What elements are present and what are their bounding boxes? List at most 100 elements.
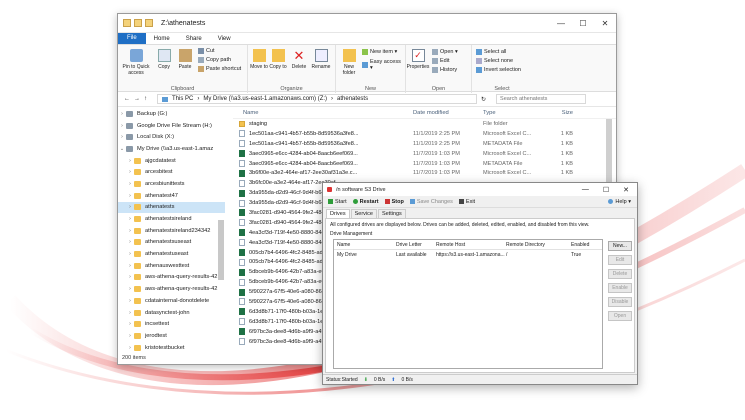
nav-item[interactable]: › jerodtest <box>118 330 225 342</box>
delete-button[interactable]: ✕ Delete <box>290 49 308 70</box>
paste-shortcut-button[interactable]: Paste shortcut <box>198 66 241 72</box>
nav-item[interactable]: › Local Disk (X:) <box>118 131 225 143</box>
copy-button[interactable]: Copy <box>154 49 174 70</box>
tab-service[interactable]: Service <box>350 209 377 218</box>
tab-file[interactable]: File <box>118 33 146 44</box>
select-all-button[interactable]: Select all <box>476 49 506 55</box>
chevron-right-icon[interactable]: › <box>126 345 134 351</box>
nav-item[interactable]: › aws-athena-query-results-42 <box>118 272 225 284</box>
edit-drive-button[interactable]: Edit <box>608 255 632 265</box>
file-row[interactable]: staging File folder <box>233 119 616 129</box>
nav-item[interactable]: ⌄ My Drive (\\a3.us-east-1.amaz <box>118 143 225 155</box>
open-button[interactable]: Open ▾ <box>432 49 458 55</box>
nav-item[interactable]: › athenatestuseast <box>118 248 225 260</box>
nav-item[interactable]: › arcesbitest <box>118 166 225 178</box>
help-menu[interactable]: Help ▾ <box>608 199 637 205</box>
nav-item[interactable]: › athenatestsuseast <box>118 237 225 249</box>
file-row[interactable]: 3aec0965-e6cc-4284-ab04-8aacb6eef069... 1… <box>233 159 616 169</box>
column-size[interactable]: Size <box>543 110 573 116</box>
nav-scrollbar[interactable] <box>218 220 224 280</box>
new-folder-button[interactable]: New folder <box>338 49 360 76</box>
invert-selection-button[interactable]: Invert selection <box>476 67 521 73</box>
cut-button[interactable]: Cut <box>198 48 215 54</box>
column-remote-host[interactable]: Remote Host <box>436 242 506 248</box>
tab-view[interactable]: View <box>210 36 239 42</box>
tab-settings[interactable]: Settings <box>377 209 406 218</box>
tab-share[interactable]: Share <box>178 36 210 42</box>
nav-item[interactable]: › athenauswesttest <box>118 260 225 272</box>
nav-item[interactable]: › Backup (G:) <box>118 108 225 120</box>
new-folder-icon[interactable] <box>145 19 153 27</box>
maximize-button[interactable]: ☐ <box>603 186 609 194</box>
column-name[interactable]: Name <box>334 242 396 248</box>
new-drive-button[interactable]: New... <box>608 241 632 251</box>
minimize-button[interactable]: — <box>582 186 589 194</box>
start-button[interactable]: Start <box>328 199 347 205</box>
column-name[interactable]: Name <box>233 110 413 116</box>
stop-button[interactable]: Stop <box>384 199 404 205</box>
nav-item[interactable]: › Google Drive File Stream (H:) <box>118 120 225 132</box>
chevron-right-icon[interactable]: › <box>126 158 134 164</box>
folder-icon[interactable] <box>123 19 131 27</box>
refresh-icon[interactable]: ↻ <box>481 96 486 103</box>
disable-drive-button[interactable]: Disable <box>608 297 632 307</box>
chevron-right-icon[interactable]: › <box>126 274 134 280</box>
chevron-right-icon[interactable]: › <box>126 263 134 269</box>
close-button[interactable]: ✕ <box>623 186 629 194</box>
chevron-down-icon[interactable]: ⌄ <box>118 146 126 152</box>
pin-quick-access-button[interactable]: Pin to Quick access <box>121 49 151 76</box>
chevron-right-icon[interactable]: › <box>126 286 134 292</box>
column-remote-directory[interactable]: Remote Directory <box>506 242 571 248</box>
chevron-right-icon[interactable]: › <box>126 321 134 327</box>
new-item-button[interactable]: New item ▾ <box>362 49 397 55</box>
file-row[interactable]: 1ec501aa-c941-4b57-b55b-8d59536a3fe8... 1… <box>233 139 616 149</box>
chevron-right-icon[interactable]: › <box>126 204 134 210</box>
search-input[interactable]: Search athenatests <box>496 94 587 104</box>
chevron-right-icon[interactable]: › <box>126 239 134 245</box>
back-arrow-icon[interactable]: ← <box>124 96 130 102</box>
exit-button[interactable]: Exit <box>458 199 475 205</box>
move-to-button[interactable]: Move to <box>250 49 268 70</box>
close-button[interactable]: ✕ <box>594 19 616 28</box>
properties-button[interactable]: ✓ Properties <box>406 49 430 70</box>
easy-access-button[interactable]: Easy access ▾ <box>362 59 405 71</box>
nav-item[interactable]: › athenatest47 <box>118 190 225 202</box>
chevron-right-icon[interactable]: › <box>118 134 126 140</box>
edit-button[interactable]: Edit <box>432 58 449 64</box>
chevron-right-icon[interactable]: › <box>126 333 134 339</box>
enable-drive-button[interactable]: Enable <box>608 283 632 293</box>
forward-arrow-icon[interactable]: → <box>134 96 140 102</box>
chevron-right-icon[interactable]: › <box>126 228 134 234</box>
open-drive-button[interactable]: Open <box>608 311 632 321</box>
chevron-right-icon[interactable]: › <box>126 193 134 199</box>
nav-item[interactable]: › ajgcdatatest <box>118 155 225 167</box>
nav-item[interactable]: › arcesbiunittests <box>118 178 225 190</box>
delete-drive-button[interactable]: Delete <box>608 269 632 279</box>
chevron-right-icon[interactable]: › <box>126 169 134 175</box>
nav-item[interactable]: › kristotestbucket <box>118 342 225 353</box>
file-row[interactable]: 1ec501aa-c941-4b57-b55b-8d59536a3fe8... 1… <box>233 129 616 139</box>
nav-item[interactable]: › athenatests <box>118 201 225 214</box>
paste-button[interactable]: Paste <box>175 49 195 70</box>
chevron-right-icon[interactable]: › <box>126 298 134 304</box>
copy-to-button[interactable]: Copy to <box>269 49 287 70</box>
column-drive-letter[interactable]: Drive Letter <box>396 242 436 248</box>
chevron-right-icon[interactable]: › <box>126 251 134 257</box>
file-row[interactable]: 3aec0965-e6cc-4284-ab04-8aacb6eef069... 1… <box>233 149 616 159</box>
minimize-button[interactable]: — <box>550 19 572 28</box>
breadcrumb-this-pc[interactable]: This PC <box>172 96 193 102</box>
up-arrow-icon[interactable]: ↑ <box>144 96 147 102</box>
copy-path-button[interactable]: Copy path <box>198 57 231 63</box>
rename-button[interactable]: Rename <box>310 49 332 70</box>
maximize-button[interactable]: ☐ <box>572 19 594 28</box>
save-changes-button[interactable]: Save Changes <box>409 199 453 205</box>
nav-item[interactable]: › incsettest <box>118 318 225 330</box>
properties-icon[interactable] <box>134 19 142 27</box>
chevron-right-icon[interactable]: › <box>118 111 126 117</box>
column-enabled[interactable]: Enabled <box>571 242 601 248</box>
breadcrumb-my-drive[interactable]: My Drive (\\a3.us-east-1.amazonaws.com) … <box>203 96 327 102</box>
tab-drives[interactable]: Drives <box>326 209 350 218</box>
chevron-right-icon[interactable]: › <box>126 310 134 316</box>
history-button[interactable]: History <box>432 67 457 73</box>
table-row[interactable]: My Drive Last available https://s3.us-ea… <box>334 250 602 260</box>
